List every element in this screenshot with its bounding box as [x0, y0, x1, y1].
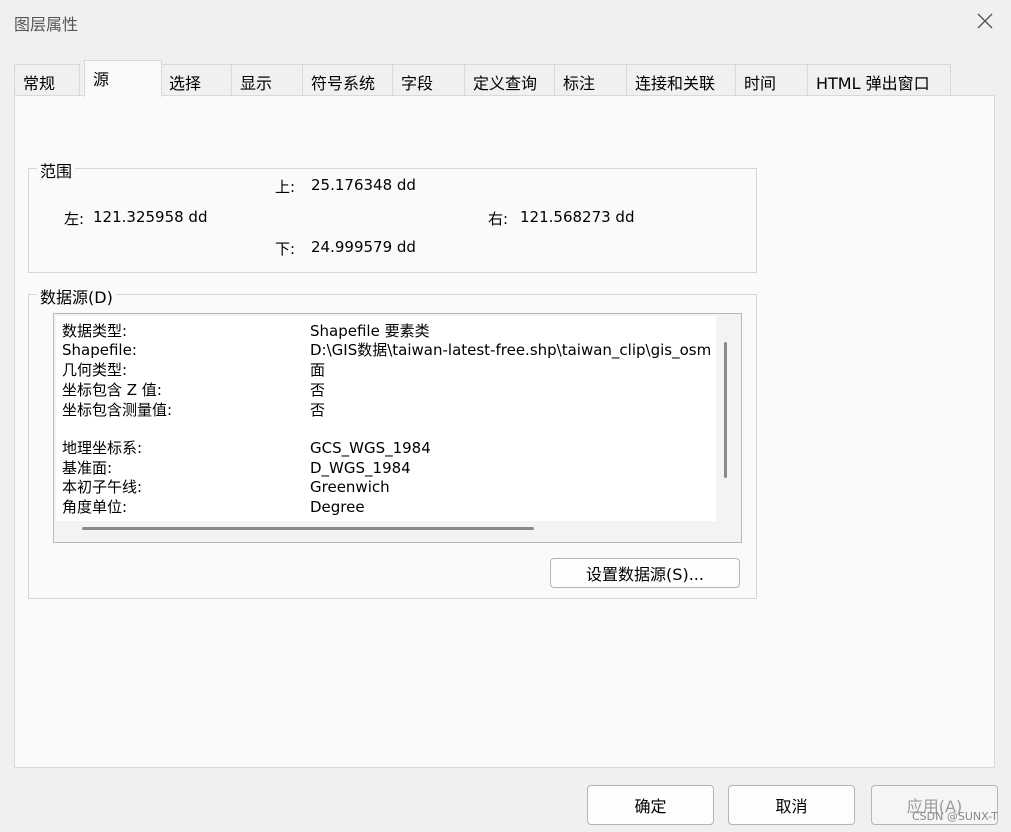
extent-right-label: 右: [488, 210, 509, 228]
list-item-key: 地理坐标系: [62, 439, 143, 457]
set-datasource-button[interactable]: 设置数据源(S)... [550, 558, 740, 588]
title-bar: 图层属性 [0, 0, 1011, 44]
extent-left-label: 左: [64, 210, 85, 228]
close-button[interactable] [970, 6, 1000, 36]
window-title: 图层属性 [14, 15, 79, 34]
extent-right-value: 121.568273 dd [520, 208, 635, 226]
extent-top-value: 25.176348 dd [311, 176, 416, 194]
list-item-value: D_WGS_1984 [310, 459, 411, 477]
list-item: 角度单位: Degree [62, 498, 716, 516]
tab-time[interactable]: 时间 [735, 64, 808, 95]
vertical-scrollbar[interactable] [724, 342, 727, 478]
list-item-key: 数据类型: [62, 322, 128, 340]
list-item-key: 几何类型: [62, 361, 128, 379]
list-item-value: Shapefile 要素类 [310, 322, 430, 340]
tab-definition-query[interactable]: 定义查询 [464, 64, 555, 95]
list-item-key: Shapefile: [62, 341, 137, 359]
list-item-value: D:\GIS数据\taiwan-latest-free.shp\taiwan_c… [310, 341, 712, 359]
extent-top-label: 上: [275, 178, 296, 196]
tab-source[interactable]: 源 [84, 60, 162, 97]
tab-joins-relates[interactable]: 连接和关联 [626, 64, 736, 95]
datasource-legend: 数据源(D) [37, 284, 116, 308]
tab-html-popup[interactable]: HTML 弹出窗口 [807, 64, 951, 95]
list-item: 坐标包含测量值: 否 [62, 401, 716, 419]
list-item: 地理坐标系: GCS_WGS_1984 [62, 439, 716, 457]
list-item-value: GCS_WGS_1984 [310, 439, 431, 457]
list-item-key: 角度单位: [62, 498, 128, 516]
list-item: Shapefile: D:\GIS数据\taiwan-latest-free.s… [62, 341, 716, 359]
datasource-info-list[interactable]: 数据类型: Shapefile 要素类 Shapefile: D:\GIS数据\… [53, 313, 742, 543]
tab-general[interactable]: 常规 [14, 64, 80, 95]
list-item: 数据类型: Shapefile 要素类 [62, 322, 716, 340]
tab-selection[interactable]: 选择 [160, 64, 232, 95]
layer-properties-dialog: 图层属性 常规 源 选择 显示 符号系统 字段 定义查询 标注 连接和关联 时间… [0, 0, 1011, 832]
datasource-info-content: 数据类型: Shapefile 要素类 Shapefile: D:\GIS数据\… [56, 316, 716, 521]
extent-left-value: 121.325958 dd [93, 208, 208, 226]
list-item-key: 基准面: [62, 459, 113, 477]
extent-legend: 范围 [37, 158, 76, 182]
list-item-value: Greenwich [310, 478, 390, 496]
close-icon [977, 13, 993, 29]
list-item-key: 本初子午线: [62, 478, 143, 496]
list-item-key: 坐标包含 Z 值: [62, 381, 162, 399]
watermark: CSDN @SUNX-T [912, 810, 998, 823]
ok-button[interactable]: 确定 [587, 785, 714, 825]
list-item-value: 面 [310, 361, 326, 379]
list-item: 坐标包含 Z 值: 否 [62, 381, 716, 399]
horizontal-scrollbar[interactable] [82, 527, 534, 530]
list-item-value: 否 [310, 381, 326, 399]
extent-bottom-label: 下: [275, 240, 296, 258]
tab-symbology[interactable]: 符号系统 [302, 64, 393, 95]
list-item: 本初子午线: Greenwich [62, 478, 716, 496]
extent-bottom-value: 24.999579 dd [311, 238, 416, 256]
list-item: 基准面: D_WGS_1984 [62, 459, 716, 477]
tab-display[interactable]: 显示 [231, 64, 303, 95]
list-item-key: 坐标包含测量值: [62, 401, 173, 419]
list-item-value: 否 [310, 401, 326, 419]
list-item-value: Degree [310, 498, 365, 516]
list-item: 几何类型: 面 [62, 361, 716, 379]
cancel-button[interactable]: 取消 [728, 785, 855, 825]
tab-labels[interactable]: 标注 [554, 64, 627, 95]
tab-fields[interactable]: 字段 [392, 64, 465, 95]
